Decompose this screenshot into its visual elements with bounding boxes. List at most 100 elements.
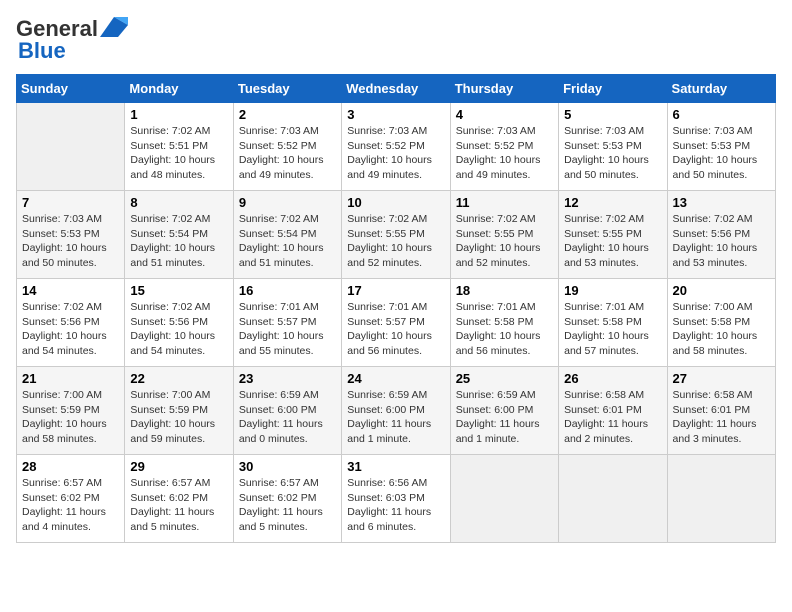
header-day-saturday: Saturday: [667, 75, 775, 103]
calendar-cell: 15Sunrise: 7:02 AM Sunset: 5:56 PM Dayli…: [125, 279, 233, 367]
calendar-cell: 6Sunrise: 7:03 AM Sunset: 5:53 PM Daylig…: [667, 103, 775, 191]
calendar-week-2: 7 Sunrise: 7:03 AM Sunset: 5:53 PM Daylig…: [17, 191, 776, 279]
calendar-cell: 30 Sunrise: 6:57 AM Sunset: 6:02 PM Dayli…: [233, 455, 341, 543]
day-info: Sunrise: 7:02 AM Sunset: 5:55 PM Dayligh…: [564, 212, 661, 271]
calendar-week-5: 28 Sunrise: 6:57 AM Sunset: 6:02 PM Dayli…: [17, 455, 776, 543]
header-day-thursday: Thursday: [450, 75, 558, 103]
calendar-week-3: 14 Sunrise: 7:02 AM Sunset: 5:56 PM Dayli…: [17, 279, 776, 367]
day-info: Sunrise: 6:58 AM Sunset: 6:01 PM Dayligh…: [564, 388, 661, 447]
day-info: Sunrise: 6:57 AM Sunset: 6:02 PM Dayligh…: [239, 476, 336, 535]
header-day-sunday: Sunday: [17, 75, 125, 103]
day-number: 14: [22, 283, 119, 298]
calendar-cell: [17, 103, 125, 191]
day-info: Sunrise: 7:01 AM Sunset: 5:58 PM Dayligh…: [456, 300, 553, 359]
day-info: Sunrise: 7:02 AM Sunset: 5:55 PM Dayligh…: [456, 212, 553, 271]
day-number: 2: [239, 107, 336, 122]
day-info: Sunrise: 7:02 AM Sunset: 5:56 PM Dayligh…: [130, 300, 227, 359]
day-info: Sunrise: 7:03 AM Sunset: 5:52 PM Dayligh…: [456, 124, 553, 183]
day-number: 4: [456, 107, 553, 122]
header-day-monday: Monday: [125, 75, 233, 103]
day-number: 22: [130, 371, 227, 386]
day-number: 18: [456, 283, 553, 298]
day-info: Sunrise: 7:02 AM Sunset: 5:55 PM Dayligh…: [347, 212, 444, 271]
calendar-cell: 17 Sunrise: 7:01 AM Sunset: 5:57 PM Dayli…: [342, 279, 450, 367]
calendar-cell: 9 Sunrise: 7:02 AM Sunset: 5:54 PM Daylig…: [233, 191, 341, 279]
calendar-week-4: 21 Sunrise: 7:00 AM Sunset: 5:59 PM Dayli…: [17, 367, 776, 455]
calendar-cell: 22 Sunrise: 7:00 AM Sunset: 5:59 PM Dayli…: [125, 367, 233, 455]
day-info: Sunrise: 7:02 AM Sunset: 5:56 PM Dayligh…: [673, 212, 770, 271]
day-info: Sunrise: 7:01 AM Sunset: 5:57 PM Dayligh…: [347, 300, 444, 359]
day-info: Sunrise: 7:02 AM Sunset: 5:56 PM Dayligh…: [22, 300, 119, 359]
calendar-cell: 28 Sunrise: 6:57 AM Sunset: 6:02 PM Dayli…: [17, 455, 125, 543]
day-info: Sunrise: 7:03 AM Sunset: 5:52 PM Dayligh…: [239, 124, 336, 183]
day-number: 11: [456, 195, 553, 210]
day-number: 16: [239, 283, 336, 298]
day-number: 25: [456, 371, 553, 386]
calendar-cell: 20Sunrise: 7:00 AM Sunset: 5:58 PM Dayli…: [667, 279, 775, 367]
calendar-cell: [559, 455, 667, 543]
day-info: Sunrise: 6:59 AM Sunset: 6:00 PM Dayligh…: [239, 388, 336, 447]
day-info: Sunrise: 7:02 AM Sunset: 5:51 PM Dayligh…: [130, 124, 227, 183]
calendar-cell: 7 Sunrise: 7:03 AM Sunset: 5:53 PM Daylig…: [17, 191, 125, 279]
day-info: Sunrise: 6:58 AM Sunset: 6:01 PM Dayligh…: [673, 388, 770, 447]
day-number: 7: [22, 195, 119, 210]
day-number: 9: [239, 195, 336, 210]
day-number: 21: [22, 371, 119, 386]
day-number: 24: [347, 371, 444, 386]
logo-icon: [100, 17, 128, 37]
day-info: Sunrise: 7:01 AM Sunset: 5:58 PM Dayligh…: [564, 300, 661, 359]
calendar-cell: 2 Sunrise: 7:03 AM Sunset: 5:52 PM Daylig…: [233, 103, 341, 191]
day-number: 6: [673, 107, 770, 122]
day-number: 19: [564, 283, 661, 298]
day-info: Sunrise: 6:57 AM Sunset: 6:02 PM Dayligh…: [22, 476, 119, 535]
calendar-cell: 27Sunrise: 6:58 AM Sunset: 6:01 PM Dayli…: [667, 367, 775, 455]
day-info: Sunrise: 6:59 AM Sunset: 6:00 PM Dayligh…: [347, 388, 444, 447]
day-info: Sunrise: 7:03 AM Sunset: 5:53 PM Dayligh…: [22, 212, 119, 271]
day-info: Sunrise: 6:57 AM Sunset: 6:02 PM Dayligh…: [130, 476, 227, 535]
calendar-cell: 14 Sunrise: 7:02 AM Sunset: 5:56 PM Dayli…: [17, 279, 125, 367]
header-row: SundayMondayTuesdayWednesdayThursdayFrid…: [17, 75, 776, 103]
calendar-cell: 19 Sunrise: 7:01 AM Sunset: 5:58 PM Dayli…: [559, 279, 667, 367]
day-number: 30: [239, 459, 336, 474]
calendar-cell: 26 Sunrise: 6:58 AM Sunset: 6:01 PM Dayli…: [559, 367, 667, 455]
calendar-cell: 16 Sunrise: 7:01 AM Sunset: 5:57 PM Dayli…: [233, 279, 341, 367]
day-number: 31: [347, 459, 444, 474]
day-number: 12: [564, 195, 661, 210]
day-info: Sunrise: 7:00 AM Sunset: 5:59 PM Dayligh…: [130, 388, 227, 447]
calendar-cell: 5 Sunrise: 7:03 AM Sunset: 5:53 PM Daylig…: [559, 103, 667, 191]
calendar-cell: 23 Sunrise: 6:59 AM Sunset: 6:00 PM Dayli…: [233, 367, 341, 455]
day-number: 13: [673, 195, 770, 210]
calendar-week-1: 1Sunrise: 7:02 AM Sunset: 5:51 PM Daylig…: [17, 103, 776, 191]
header-day-wednesday: Wednesday: [342, 75, 450, 103]
calendar-header: SundayMondayTuesdayWednesdayThursdayFrid…: [17, 75, 776, 103]
day-number: 8: [130, 195, 227, 210]
day-number: 17: [347, 283, 444, 298]
day-number: 26: [564, 371, 661, 386]
calendar-cell: [667, 455, 775, 543]
day-info: Sunrise: 7:03 AM Sunset: 5:52 PM Dayligh…: [347, 124, 444, 183]
calendar-cell: 4 Sunrise: 7:03 AM Sunset: 5:52 PM Daylig…: [450, 103, 558, 191]
calendar-cell: 10 Sunrise: 7:02 AM Sunset: 5:55 PM Dayli…: [342, 191, 450, 279]
day-number: 10: [347, 195, 444, 210]
calendar-cell: 21Sunrise: 7:00 AM Sunset: 5:59 PM Dayli…: [17, 367, 125, 455]
calendar-cell: 11 Sunrise: 7:02 AM Sunset: 5:55 PM Dayli…: [450, 191, 558, 279]
header-day-friday: Friday: [559, 75, 667, 103]
header-day-tuesday: Tuesday: [233, 75, 341, 103]
calendar-cell: 25Sunrise: 6:59 AM Sunset: 6:00 PM Dayli…: [450, 367, 558, 455]
day-number: 23: [239, 371, 336, 386]
day-info: Sunrise: 7:01 AM Sunset: 5:57 PM Dayligh…: [239, 300, 336, 359]
day-info: Sunrise: 7:00 AM Sunset: 5:58 PM Dayligh…: [673, 300, 770, 359]
calendar-cell: 8Sunrise: 7:02 AM Sunset: 5:54 PM Daylig…: [125, 191, 233, 279]
calendar-cell: 31 Sunrise: 6:56 AM Sunset: 6:03 PM Dayli…: [342, 455, 450, 543]
calendar-cell: 13 Sunrise: 7:02 AM Sunset: 5:56 PM Dayli…: [667, 191, 775, 279]
day-info: Sunrise: 7:03 AM Sunset: 5:53 PM Dayligh…: [564, 124, 661, 183]
day-number: 5: [564, 107, 661, 122]
day-number: 28: [22, 459, 119, 474]
day-number: 3: [347, 107, 444, 122]
calendar-cell: 12 Sunrise: 7:02 AM Sunset: 5:55 PM Dayli…: [559, 191, 667, 279]
day-info: Sunrise: 6:56 AM Sunset: 6:03 PM Dayligh…: [347, 476, 444, 535]
calendar-body: 1Sunrise: 7:02 AM Sunset: 5:51 PM Daylig…: [17, 103, 776, 543]
day-info: Sunrise: 7:02 AM Sunset: 5:54 PM Dayligh…: [239, 212, 336, 271]
logo: General Blue: [16, 16, 128, 64]
calendar-cell: 24 Sunrise: 6:59 AM Sunset: 6:00 PM Dayli…: [342, 367, 450, 455]
